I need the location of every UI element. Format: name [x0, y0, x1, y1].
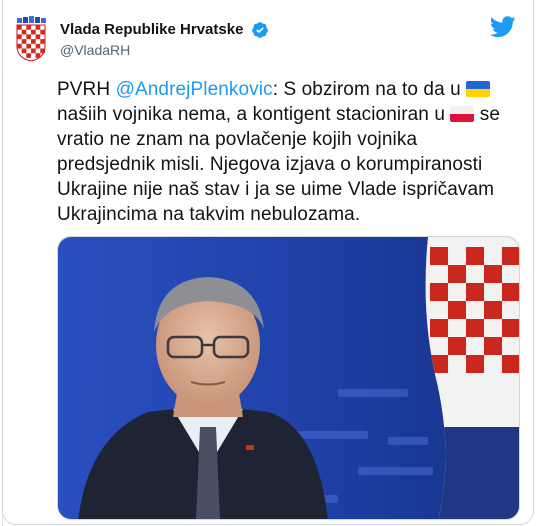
avatar[interactable]	[12, 16, 50, 62]
tweet-text-part2: : S obzirom na to da u	[272, 79, 467, 100]
tweet-text-part3: našiih vojnika nema, a kontigent stacion…	[57, 104, 451, 125]
photo-image	[58, 237, 519, 519]
verified-badge-icon	[251, 21, 268, 38]
poland-flag-emoji	[450, 106, 475, 122]
ukraine-flag-emoji	[466, 81, 491, 97]
tweet-text: PVRH @AndrejPlenkovic: S obzirom na to d…	[57, 77, 517, 227]
tweet-header: Vlada Republike Hrvatske @VladaRH	[12, 14, 522, 62]
tweet-text-part1: PVRH	[57, 79, 116, 100]
display-name[interactable]: Vlada Republike Hrvatske	[60, 20, 243, 39]
handle[interactable]: @VladaRH	[60, 40, 269, 60]
tweet-photo[interactable]	[57, 236, 520, 520]
twitter-bird-icon[interactable]	[490, 16, 516, 38]
mention-link[interactable]: @AndrejPlenkovic	[116, 79, 273, 100]
thread-line	[2, 70, 4, 526]
author-names[interactable]: Vlada Republike Hrvatske @VladaRH	[60, 20, 269, 60]
